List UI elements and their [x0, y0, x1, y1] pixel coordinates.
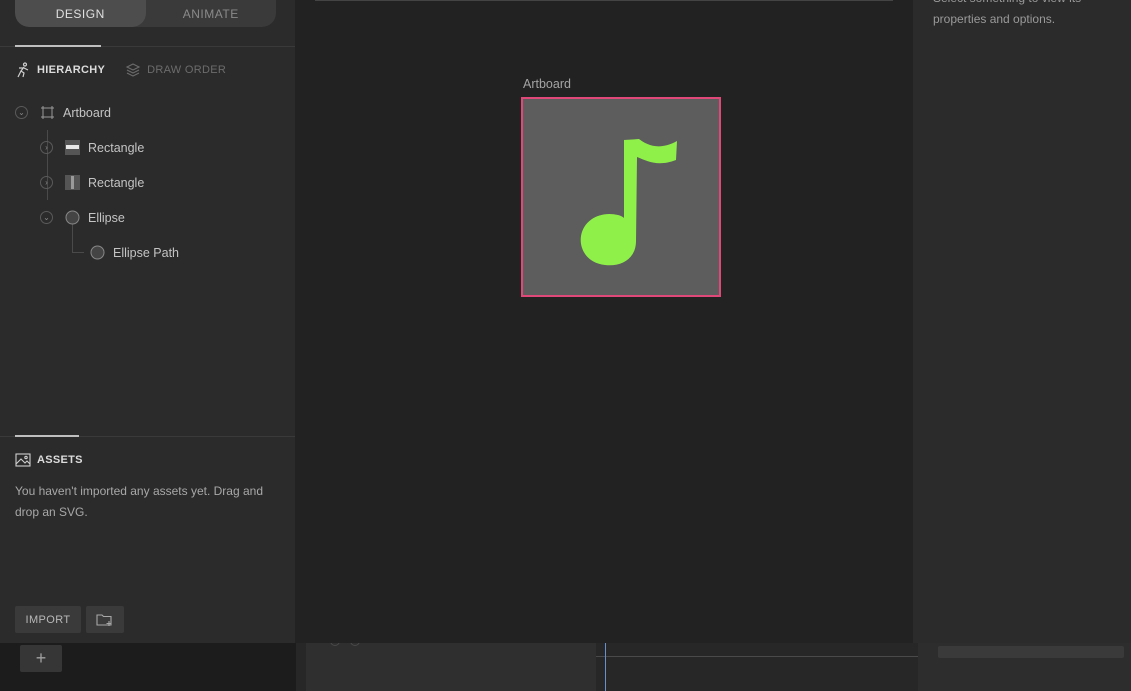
add-button[interactable]: +	[20, 645, 62, 672]
plus-icon: +	[35, 648, 47, 668]
design-mode-button[interactable]: DESIGN	[15, 0, 146, 27]
mode-toggle: DESIGN ANIMATE	[15, 0, 276, 27]
assets-header: ASSETS	[15, 452, 83, 468]
animate-mode-button[interactable]: ANIMATE	[146, 0, 277, 27]
import-button[interactable]: IMPORT	[15, 606, 81, 633]
inspector-empty-message: Select something to view its properties …	[933, 0, 1081, 26]
timeline-layers-area	[306, 636, 596, 691]
rectangle-horizontal-icon	[65, 140, 80, 155]
folder-add-icon	[96, 613, 112, 626]
tab-draw-order[interactable]: DRAW ORDER	[125, 62, 226, 78]
tree-item-label: Artboard	[63, 105, 111, 120]
left-panel: DESIGN ANIMATE HIERARCHY DRAW ORDER ⌄ Ar…	[0, 0, 295, 643]
tab-hierarchy[interactable]: HIERARCHY	[15, 62, 105, 78]
assets-title: ASSETS	[37, 454, 83, 466]
tab-hierarchy-label: HIERARCHY	[37, 64, 106, 76]
chevron-down-icon[interactable]: ⌄	[15, 106, 28, 119]
tree-item-rectangle[interactable]: › Rectangle	[40, 130, 144, 165]
section-accent	[15, 435, 79, 437]
tree-item-ellipse[interactable]: ⌄ Ellipse	[40, 200, 125, 235]
chevron-right-icon[interactable]: ›	[40, 141, 53, 154]
tree-guide	[72, 252, 84, 253]
tree-item-label: Ellipse Path	[113, 245, 180, 260]
artboard-label[interactable]: Artboard	[523, 77, 571, 91]
hierarchy-tabs: HIERARCHY DRAW ORDER	[15, 62, 226, 78]
inspector-panel: Select something to view its properties …	[913, 0, 1131, 643]
ellipse-icon	[65, 210, 80, 225]
artboard[interactable]	[521, 97, 721, 297]
chevron-down-icon[interactable]: ⌄	[40, 211, 53, 224]
ellipse-path-icon	[90, 245, 105, 260]
chevron-right-icon[interactable]: ›	[40, 176, 53, 189]
timeline-scrollbar[interactable]	[938, 646, 1124, 658]
timeline-right-area	[918, 640, 1131, 691]
artboard-icon	[40, 105, 55, 120]
stage-canvas[interactable]: Artboard	[295, 0, 913, 643]
stage-top-edge	[315, 0, 893, 1]
tree-item-label: Rectangle	[88, 175, 145, 190]
hierarchy-icon	[17, 62, 29, 78]
rectangle-vertical-icon	[65, 175, 80, 190]
new-folder-button[interactable]	[86, 606, 124, 633]
timeline-panel	[296, 636, 1131, 691]
tree-item-label: Rectangle	[88, 140, 145, 155]
section-accent	[15, 45, 101, 47]
assets-empty-message: You haven't imported any assets yet. Dra…	[15, 484, 263, 519]
tree-item-rectangle[interactable]: › Rectangle	[40, 165, 144, 200]
tree-item-label: Ellipse	[88, 210, 125, 225]
timeline-playhead[interactable]	[605, 640, 606, 691]
timeline-track	[596, 656, 918, 657]
image-icon	[15, 453, 31, 467]
tree-item-artboard[interactable]: ⌄ Artboard	[15, 95, 111, 130]
tree-item-ellipse-path[interactable]: Ellipse Path	[90, 235, 179, 270]
layers-icon	[125, 63, 141, 77]
music-note-icon[interactable]	[523, 99, 719, 295]
tab-draw-order-label: DRAW ORDER	[147, 64, 227, 76]
